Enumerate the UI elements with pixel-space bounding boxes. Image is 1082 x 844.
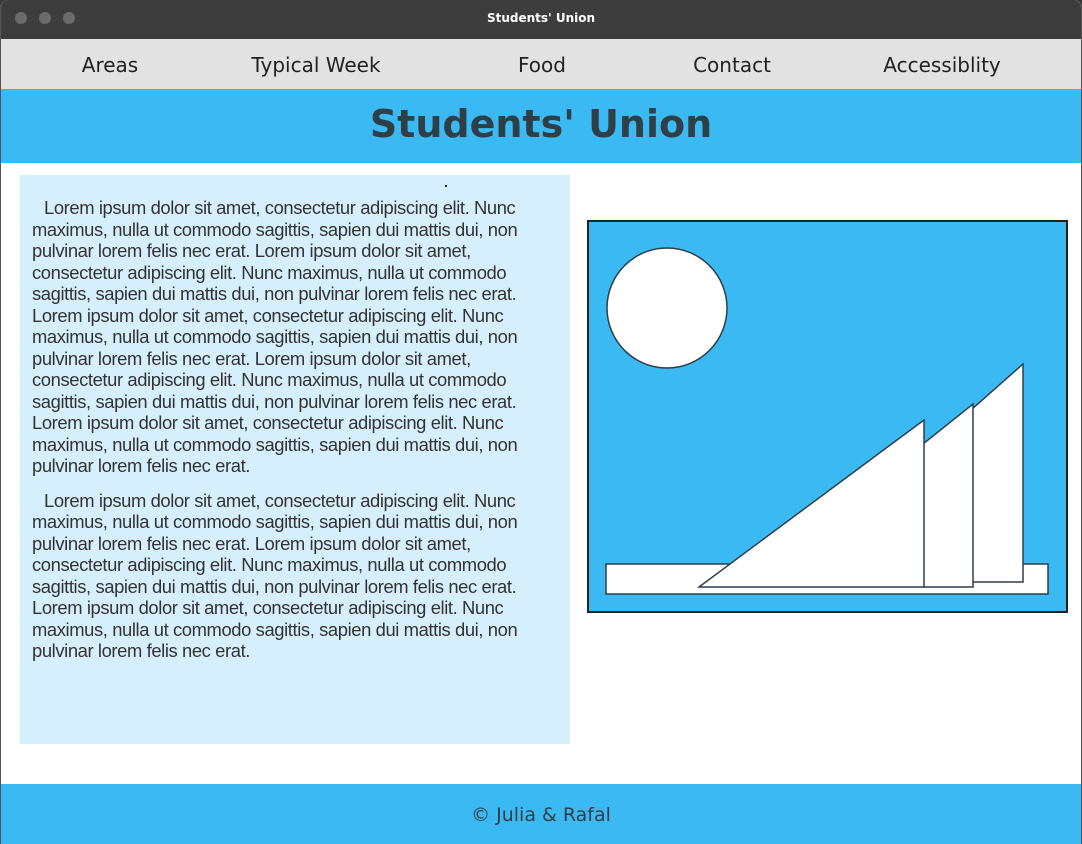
- nav-item-areas[interactable]: Areas: [82, 53, 138, 77]
- nav-item-contact[interactable]: Contact: [693, 53, 771, 77]
- page-title: Students' Union: [369, 102, 713, 146]
- sun-icon: [606, 247, 728, 369]
- page-footer: © Julia & Rafal: [1, 784, 1081, 844]
- page-header: Students' Union: [1, 89, 1081, 163]
- nav-item-food[interactable]: Food: [518, 53, 566, 77]
- app-window: Students' Union Areas Typical Week Food …: [0, 0, 1082, 844]
- nav-item-typical-week[interactable]: Typical Week: [251, 53, 380, 77]
- footer-copyright: © Julia & Rafal: [471, 804, 611, 826]
- sailboat-illustration-svg: [587, 220, 1068, 613]
- nav-bar: Areas Typical Week Food Contact Accessib…: [1, 39, 1081, 89]
- stray-dot: [445, 185, 447, 187]
- window-title: Students' Union: [486, 11, 596, 25]
- text-panel: Lorem ipsum dolor sit amet, consectetur …: [20, 175, 570, 744]
- body-paragraph-1: Lorem ipsum dolor sit amet, consectetur …: [32, 197, 518, 476]
- title-bar: Students' Union: [1, 0, 1081, 39]
- nav-item-accessibility[interactable]: Accessiblity: [883, 53, 1001, 77]
- sailboat-and-sun-illustration: [587, 220, 1069, 618]
- body-paragraph-2: Lorem ipsum dolor sit amet, consectetur …: [32, 489, 518, 662]
